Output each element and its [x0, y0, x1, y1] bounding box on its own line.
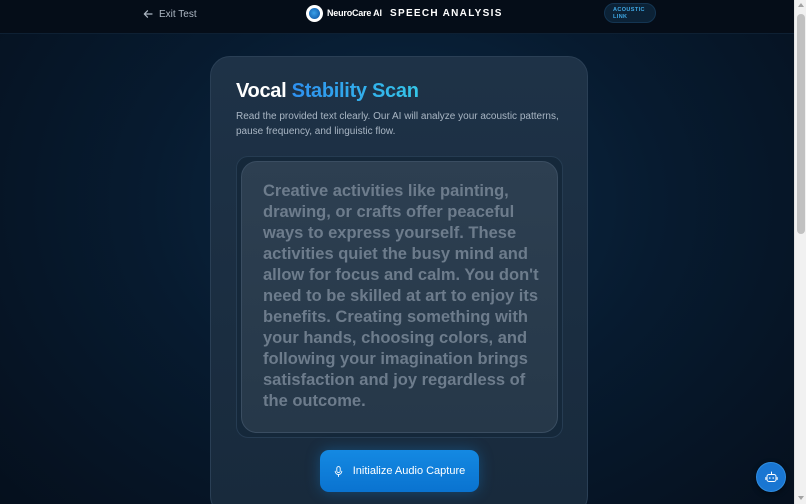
page-label: SPEECH ANALYSIS	[390, 8, 503, 19]
page-scrollbar[interactable]	[794, 0, 806, 504]
assistant-chat-button[interactable]	[756, 462, 786, 492]
title-plain: Vocal	[236, 80, 287, 102]
title-accent: Stability Scan	[291, 80, 419, 102]
neurocare-logo-icon	[306, 4, 323, 22]
brand-name: NeuroCare AI	[327, 8, 382, 18]
scroll-down-arrow-icon[interactable]	[798, 496, 804, 500]
microphone-icon	[334, 465, 342, 477]
top-bar: Exit Test NeuroCare AI SPEECH ANALYSIS A…	[0, 0, 794, 34]
status-line-1: ACOUSTIC	[613, 7, 645, 13]
status-line-2: LINK	[613, 14, 628, 20]
arrow-left-icon	[143, 10, 153, 18]
robot-icon	[764, 471, 778, 482]
reading-passage-panel: Creative activities like painting, drawi…	[241, 161, 558, 433]
capture-button-label: Initialize Audio Capture	[352, 465, 466, 477]
scroll-up-arrow-icon[interactable]	[798, 3, 804, 7]
acoustic-link-badge: ACOUSTIC LINK	[604, 3, 656, 23]
reading-passage-text: Creative activities like painting, drawi…	[263, 182, 539, 410]
exit-test-label: Exit Test	[159, 8, 197, 20]
initialize-audio-capture-button[interactable]: Initialize Audio Capture	[320, 450, 479, 492]
exit-test-button[interactable]: Exit Test	[143, 7, 197, 21]
page-subtitle: Read the provided text clearly. Our AI w…	[236, 111, 559, 137]
page-title: Vocal Stability Scan	[236, 80, 419, 103]
scroll-thumb[interactable]	[797, 14, 805, 234]
brand: NeuroCare AI	[306, 4, 382, 22]
